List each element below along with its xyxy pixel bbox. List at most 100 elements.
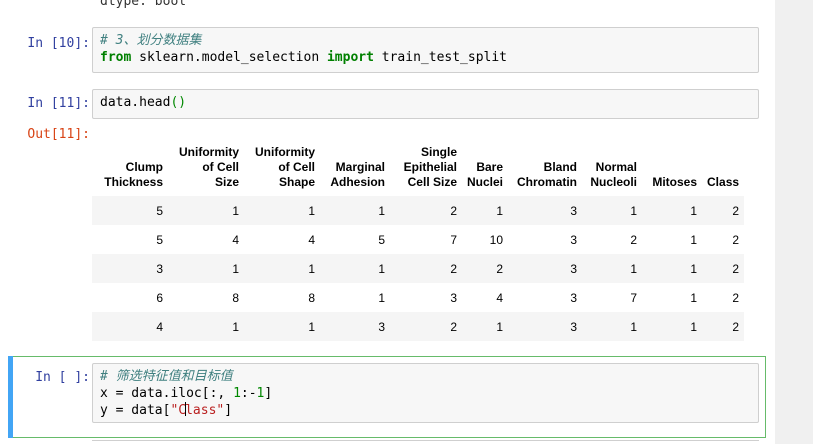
table-cell: 1 xyxy=(642,196,703,225)
table-cell: 10 xyxy=(489,232,504,247)
table-cell: 1 xyxy=(168,254,244,283)
column-header-line: Shape xyxy=(278,175,315,189)
next-cell-edge xyxy=(92,440,759,445)
code-comment: # 3、划分数据集 xyxy=(100,33,202,48)
column-header-line: of Cell xyxy=(202,160,239,174)
column-header-line: Nuclei xyxy=(467,175,504,189)
table-cell: 8 xyxy=(308,290,315,305)
code-cell-in10[interactable]: # 3、划分数据集 from sklearn.model_selection i… xyxy=(92,27,759,73)
code-parens: () xyxy=(170,95,187,110)
code-cell-in-blank[interactable]: # 筛选特征值和目标值 x = data.iloc[:, 1:-1] y = d… xyxy=(92,363,759,423)
table-cell: 1 xyxy=(582,312,643,341)
table-cell: 1 xyxy=(168,196,244,225)
column-header: Clump Thickness xyxy=(92,141,168,196)
table-cell: 1 xyxy=(582,254,643,283)
table-cell: 3 xyxy=(92,254,168,283)
column-header: Class xyxy=(702,141,744,196)
code-text: ] xyxy=(264,386,273,401)
table-header-row: Clump Thickness Uniformity of Cell Size Unifo… xyxy=(92,141,744,196)
code-text: data.head xyxy=(100,95,171,110)
column-header-line: Normal xyxy=(595,160,638,174)
table-cell: 1 xyxy=(582,196,643,225)
column-header-line: Marginal xyxy=(335,160,385,174)
table-cell: 2 xyxy=(390,196,462,225)
table-cell: 6 xyxy=(156,290,163,305)
code-cell-in11[interactable]: data.head() xyxy=(92,89,759,119)
notebook-right-gutter xyxy=(775,0,813,444)
previous-output-text: dtype: bool xyxy=(100,0,187,9)
table-cell: 1 xyxy=(320,196,390,225)
keyword-import: import xyxy=(326,50,374,65)
column-header-line: Uniformity xyxy=(255,145,315,159)
column-header-line: Thickness xyxy=(104,175,163,189)
cell-prompt-in-blank: In [ ]: xyxy=(35,370,90,385)
column-header: Bland Chromatin xyxy=(508,141,582,196)
table-cell: 2 xyxy=(702,254,745,283)
column-header-line: Epithelial xyxy=(403,160,457,174)
table-row: 5 4 4 5 7 10 3 2 1 2 xyxy=(92,225,744,254)
table-cell: 4 xyxy=(496,290,504,305)
table-row: 3111223112 xyxy=(92,254,745,283)
code-text: x = data.iloc[:, xyxy=(100,386,234,401)
table-row: 5111213112 xyxy=(92,196,745,225)
left-border xyxy=(0,0,8,444)
code-text: :- xyxy=(240,386,257,401)
column-header: Marginal Adhesion xyxy=(320,141,390,196)
table-cell: 7 xyxy=(450,232,457,247)
code-text: ] xyxy=(224,403,233,418)
column-header: Normal Nucleoli xyxy=(582,141,642,196)
table-cell: 1 xyxy=(690,290,698,305)
code-string: lass" xyxy=(185,403,225,418)
table-cell: 4 xyxy=(308,232,315,247)
table-cell: 8 xyxy=(232,290,239,305)
table-cell: 3 xyxy=(570,290,578,305)
table-cell: 3 xyxy=(508,254,583,283)
table-row: 4113213112 xyxy=(92,312,745,341)
table-cell: 2 xyxy=(462,254,509,283)
table-cell: 5 xyxy=(378,232,385,247)
column-header-line: Class xyxy=(707,175,740,189)
column-header-line: Cell Size xyxy=(407,175,457,189)
dataframe-output-table: Clump Thickness Uniformity of Cell Size Unifo… xyxy=(92,141,745,341)
column-header: Bare Nuclei xyxy=(462,141,508,196)
code-comment: # 筛选特征值和目标值 xyxy=(100,369,233,384)
column-header-line: Bland xyxy=(543,160,578,174)
column-header: Mitoses xyxy=(642,141,702,196)
column-header-line: Single xyxy=(420,145,457,159)
imported-name: train_test_split xyxy=(373,50,508,65)
table-cell: 2 xyxy=(732,232,740,247)
keyword-from: from xyxy=(100,50,132,65)
table-cell: 3 xyxy=(508,312,583,341)
table-cell: 3 xyxy=(450,290,457,305)
column-header-line: Chromatin xyxy=(517,175,578,189)
table-cell: 3 xyxy=(508,196,583,225)
table-cell: 2 xyxy=(702,312,745,341)
table-cell: 2 xyxy=(630,232,638,247)
table-cell: 7 xyxy=(630,290,638,305)
cell-prompt-out11: Out[11]: xyxy=(27,127,90,142)
table-cell: 3 xyxy=(320,312,390,341)
column-header: Uniformity of Cell Shape xyxy=(244,141,320,196)
column-header-line: Mitoses xyxy=(652,175,698,189)
column-header-line: Clump xyxy=(125,160,163,174)
table-cell: 1 xyxy=(244,312,320,341)
table-cell: 5 xyxy=(92,196,168,225)
table-cell: 1 xyxy=(462,312,509,341)
table-row: 6 8 8 1 3 4 3 7 1 2 xyxy=(92,283,744,312)
column-header: Single Epithelial Cell Size xyxy=(390,141,462,196)
table-cell: 2 xyxy=(390,254,462,283)
table-cell: 4 xyxy=(232,232,239,247)
table-cell: 1 xyxy=(378,290,385,305)
table-cell: 1 xyxy=(168,312,244,341)
table-cell: 1 xyxy=(462,196,509,225)
table-cell: 5 xyxy=(156,232,163,247)
table-cell: 2 xyxy=(390,312,462,341)
table-cell: 1 xyxy=(244,254,320,283)
column-header-line: of Cell xyxy=(278,160,315,174)
table-cell: 1 xyxy=(642,312,703,341)
column-header: Uniformity of Cell Size xyxy=(168,141,244,196)
cell-prompt-in11: In [11]: xyxy=(27,96,90,111)
table-cell: 1 xyxy=(642,254,703,283)
column-header-line: Nucleoli xyxy=(590,175,638,189)
column-header-line: Adhesion xyxy=(330,175,385,189)
